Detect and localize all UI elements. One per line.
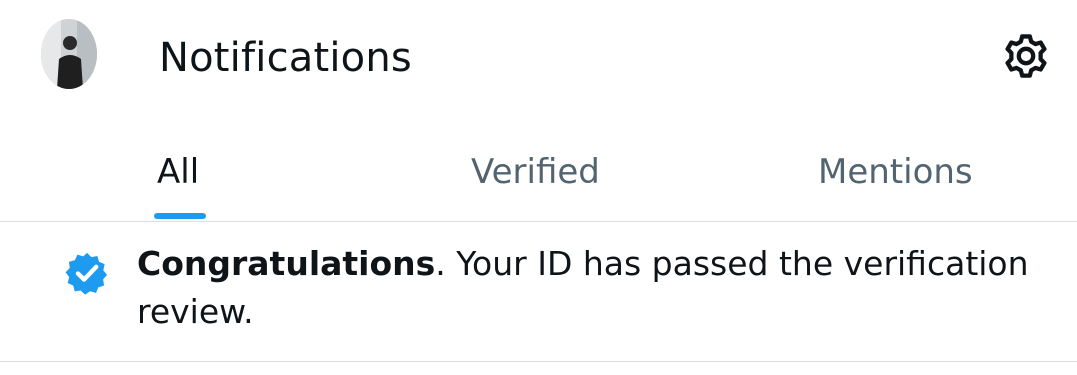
tab-verified[interactable]: Verified	[450, 130, 630, 221]
avatar[interactable]	[41, 19, 97, 89]
gear-icon	[1005, 34, 1047, 78]
tab-all[interactable]: All	[140, 130, 220, 221]
notification-highlight: Congratulations	[137, 244, 436, 283]
verified-badge-icon	[64, 250, 110, 296]
tab-label: All	[157, 152, 200, 192]
app-header: Notifications	[0, 0, 1077, 118]
page-title: Notifications	[159, 35, 412, 81]
notification-text: Congratulations. Your ID has passed the …	[137, 240, 1047, 336]
notification-tabs: All Verified Mentions	[0, 130, 1077, 222]
tab-mentions[interactable]: Mentions	[800, 130, 1000, 221]
tab-label: Mentions	[818, 152, 973, 192]
tab-label: Verified	[471, 152, 600, 192]
settings-button[interactable]	[999, 29, 1053, 83]
avatar-photo	[41, 19, 97, 89]
active-tab-indicator	[154, 213, 206, 219]
